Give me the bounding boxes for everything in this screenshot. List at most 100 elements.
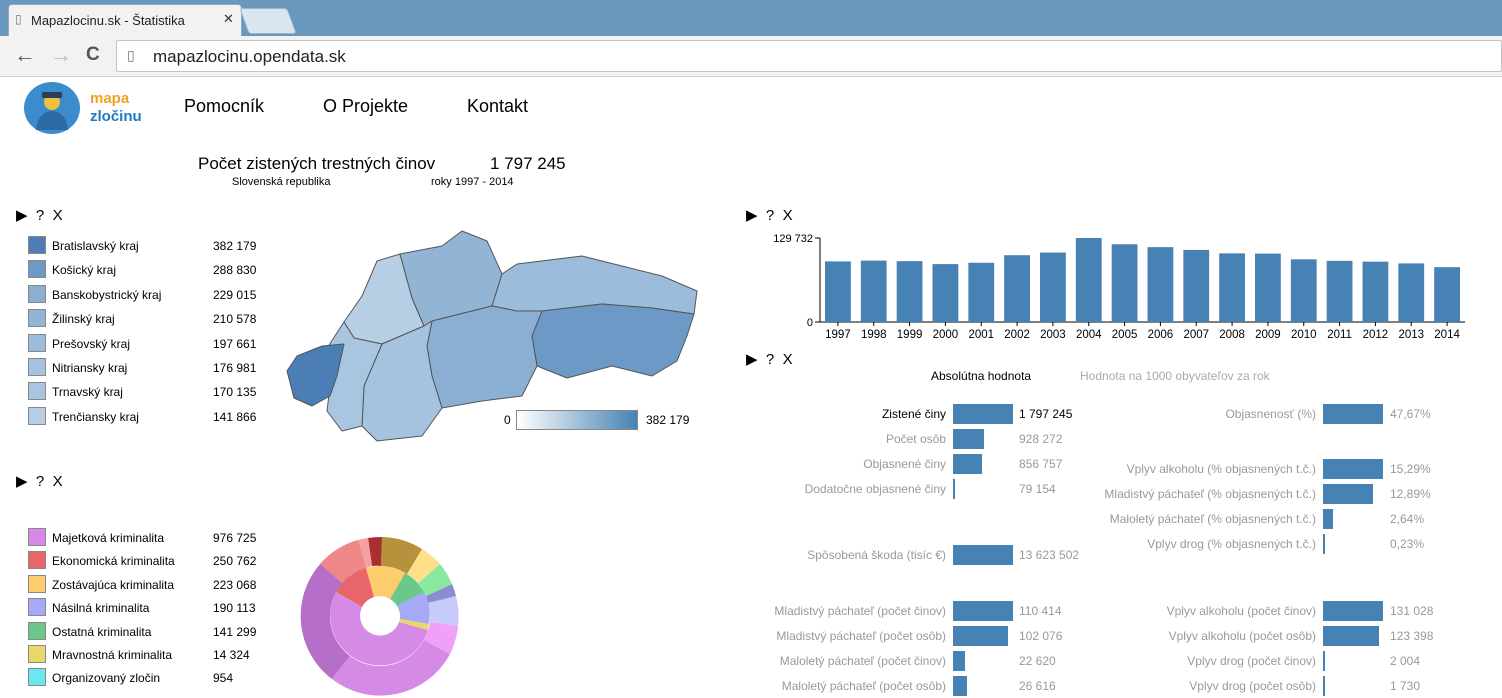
stat-left-bar[interactable] (953, 404, 1013, 424)
y-tick-label: 0 (807, 317, 813, 329)
chart-bar[interactable] (1255, 253, 1281, 322)
stat-right-bar[interactable] (1323, 484, 1374, 504)
play-icon[interactable]: ▶ (746, 351, 758, 368)
category-legend-item[interactable]: Ekonomická kriminalita 250 762 (28, 551, 278, 574)
stat-bottom-right-bar[interactable] (1323, 676, 1325, 696)
close-icon[interactable]: X (53, 207, 63, 224)
legend-label: Nitriansky kraj (52, 361, 128, 375)
chart-bar[interactable] (1147, 247, 1174, 322)
category-legend-item[interactable]: Mravnostná kriminalita 14 324 (28, 645, 278, 668)
help-icon[interactable]: ? (36, 473, 44, 490)
stat-right-bar[interactable] (1323, 404, 1383, 424)
new-tab-button[interactable] (239, 8, 297, 34)
browser-tab[interactable]: ▯ Mapazlocinu.sk - Štatistika ✕ (8, 4, 242, 37)
stat-bottom-left-value: 102 076 (1019, 629, 1063, 643)
category-legend-item[interactable]: Organizovaný zločin 954 (28, 668, 278, 691)
chart-bar[interactable] (825, 261, 851, 322)
stat-left-bar[interactable] (953, 454, 982, 474)
x-tick-label: 2000 (933, 329, 959, 341)
stat-bottom-left-label: Mladistvý páchateľ (počet osôb) (776, 629, 946, 643)
chart-bar[interactable] (1290, 259, 1317, 322)
stat-right-bar[interactable] (1323, 509, 1334, 529)
stat-bottom-left-bar[interactable] (953, 676, 968, 696)
stat-left-bar[interactable] (953, 429, 985, 449)
legend-value: 14 324 (213, 648, 250, 662)
stat-bottom-right-bar[interactable] (1323, 651, 1325, 671)
forward-icon[interactable]: → (50, 42, 72, 68)
chart-bar[interactable] (1219, 253, 1245, 322)
chart-bar[interactable] (1183, 249, 1210, 322)
yearly-crime-bar-chart[interactable]: 129 732 0 1997 1998 1999 2000 2001 2002 2003 2004… (740, 226, 1480, 348)
stat-left-label: Objasnené činy (863, 457, 946, 471)
chart-bar[interactable] (1326, 260, 1353, 322)
region-legend-item[interactable]: Trnavský kraj 170 135 (28, 382, 278, 406)
play-icon[interactable]: ▶ (16, 473, 28, 490)
close-icon[interactable]: X (783, 207, 793, 224)
legend-swatch (28, 528, 46, 546)
stat-left-bar[interactable] (953, 479, 956, 499)
region-legend-item[interactable]: Banskobystrický kraj 229 015 (28, 284, 278, 309)
nav-o-projekte[interactable]: O Projekte (323, 96, 408, 117)
chart-bar[interactable] (1362, 261, 1389, 322)
stat-bottom-right-bar[interactable] (1323, 626, 1380, 646)
summary-years: roky 1997 - 2014 (431, 176, 514, 188)
chart-bar[interactable] (1398, 263, 1425, 322)
chart-bar[interactable] (1004, 255, 1030, 322)
close-icon[interactable]: X (783, 351, 793, 368)
slovakia-map[interactable] (282, 226, 702, 446)
region-legend-item[interactable]: Prešovský kraj 197 661 (28, 333, 278, 358)
stat-bottom-right-value: 1 730 (1390, 679, 1421, 693)
play-icon[interactable]: ▶ (746, 207, 758, 224)
region-legend-item[interactable]: Bratislavský kraj 382 179 (28, 236, 278, 260)
close-icon[interactable]: X (53, 473, 63, 490)
nav-pomocnik[interactable]: Pomocník (184, 96, 264, 117)
nav-kontakt[interactable]: Kontakt (467, 96, 528, 117)
play-icon[interactable]: ▶ (16, 207, 28, 224)
x-tick-label: 2003 (1040, 329, 1066, 341)
chart-bar[interactable] (1040, 252, 1066, 322)
chart-bar[interactable] (1075, 238, 1102, 322)
region-legend-item[interactable]: Nitriansky kraj 176 981 (28, 358, 278, 382)
stat-bottom-left-bar[interactable] (953, 651, 965, 671)
help-icon[interactable]: ? (36, 207, 44, 224)
reload-icon[interactable]: C (86, 44, 100, 66)
url-text: mapazlocinu.opendata.sk (153, 47, 346, 66)
category-legend-item[interactable]: Majetková kriminalita 976 725 (28, 528, 278, 551)
chart-bar[interactable] (896, 261, 923, 322)
chart-bar[interactable] (932, 264, 959, 322)
chart-bar[interactable] (1111, 244, 1138, 322)
page-icon: ▯ (15, 12, 22, 26)
stat-bottom-left-label: Maloletý páchateľ (počet osôb) (781, 679, 946, 693)
tab-absolute-value[interactable]: Absolútna hodnota (931, 369, 1031, 383)
stat-right-bar[interactable] (1323, 534, 1325, 554)
close-icon[interactable]: ✕ (223, 11, 234, 27)
chart-bar[interactable] (1434, 267, 1460, 322)
address-bar[interactable]: ▯ mapazlocinu.opendata.sk (116, 40, 1502, 72)
logo-text-mapa: mapa (90, 90, 130, 107)
help-icon[interactable]: ? (766, 351, 774, 368)
stat-right-label: Maloletý páchateľ (% objasnených t.č.) (1109, 512, 1316, 526)
stat-bottom-left-label: Mladistvý páchateľ (počet činov) (774, 604, 946, 618)
legend-swatch (28, 551, 46, 570)
region-legend-item[interactable]: Žilinský kraj 210 578 (28, 309, 278, 333)
stat-bottom-right-bar[interactable] (1323, 601, 1383, 621)
tab-per-1000[interactable]: Hodnota na 1000 obyvateľov za rok (1080, 369, 1270, 383)
logo-icon[interactable] (24, 82, 80, 134)
back-icon[interactable]: ← (14, 42, 36, 68)
chart-bar[interactable] (968, 262, 995, 322)
stat-damage-bar[interactable] (953, 545, 1013, 565)
help-icon[interactable]: ? (766, 207, 774, 224)
category-legend-item[interactable]: Zostávajúca kriminalita 223 068 (28, 574, 278, 598)
x-tick-label: 1999 (897, 329, 923, 341)
category-legend-item[interactable]: Násilná kriminalita 190 113 (28, 598, 278, 621)
chart-bar[interactable] (860, 260, 887, 322)
category-sunburst-chart[interactable] (284, 518, 476, 698)
region-legend-item[interactable]: Košický kraj 288 830 (28, 260, 278, 284)
legend-swatch (28, 574, 46, 593)
stat-right-bar[interactable] (1323, 459, 1383, 479)
stat-bottom-left-bar[interactable] (953, 601, 1013, 621)
stat-bottom-left-bar[interactable] (953, 626, 1009, 646)
legend-value: 176 981 (213, 361, 257, 375)
category-legend-item[interactable]: Ostatná kriminalita 141 299 (28, 621, 278, 645)
region-legend-item[interactable]: Trenčiansky kraj 141 866 (28, 406, 278, 431)
